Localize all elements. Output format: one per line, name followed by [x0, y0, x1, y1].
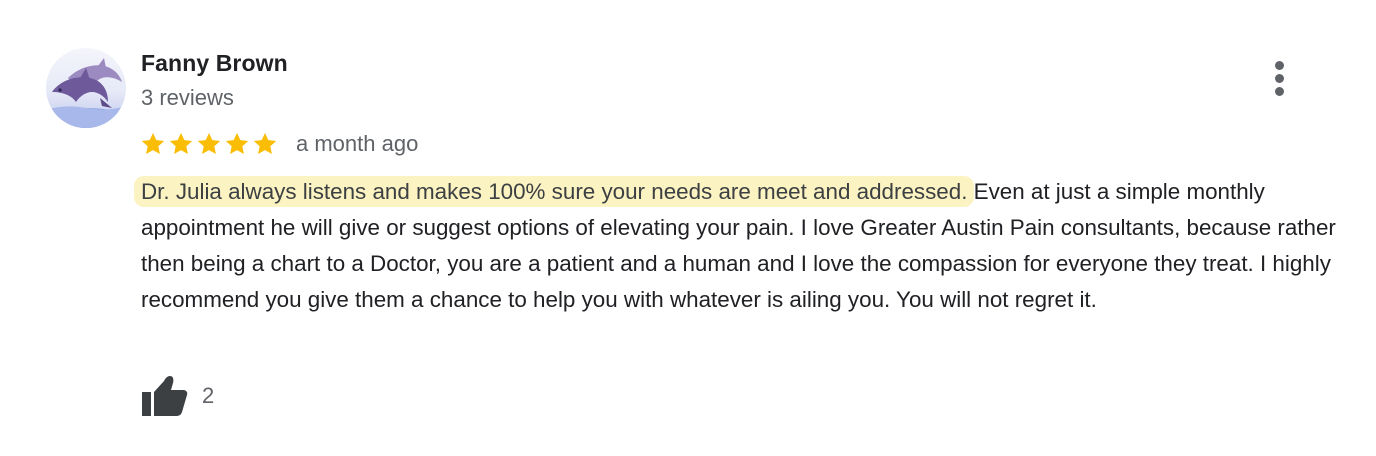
star-icon — [197, 132, 221, 154]
dolphin-avatar-icon[interactable] — [46, 48, 126, 128]
review-time: a month ago — [296, 131, 419, 156]
star-icon — [169, 132, 193, 154]
menu-dot — [1275, 87, 1284, 96]
review-highlight: Dr. Julia always listens and makes 100% … — [141, 176, 968, 207]
star-icon — [253, 132, 277, 154]
star-icon — [225, 132, 249, 154]
star-icon — [141, 132, 165, 154]
star-rating — [140, 131, 278, 157]
reviewer-review-count[interactable]: 3 reviews — [141, 85, 234, 111]
review-text: Dr. Julia always listens and makes 100% … — [141, 174, 1341, 318]
review-card: Fanny Brown 3 reviews a month ago Dr. Ju… — [0, 0, 1376, 456]
more-vertical-icon[interactable] — [1262, 57, 1298, 101]
reviewer-name[interactable]: Fanny Brown — [141, 50, 288, 77]
like-row: 2 — [140, 376, 214, 416]
rating-row: a month ago — [140, 128, 418, 160]
menu-dot — [1275, 74, 1284, 83]
like-count: 2 — [202, 383, 215, 408]
thumbs-up-icon[interactable] — [140, 375, 188, 417]
avatar-image — [46, 48, 126, 128]
menu-dot — [1275, 61, 1284, 70]
